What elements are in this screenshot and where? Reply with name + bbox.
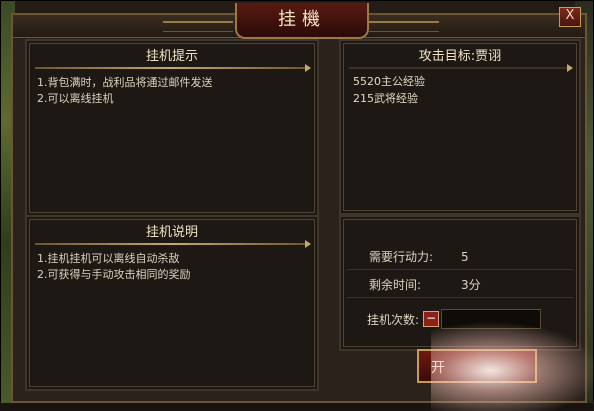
instructions-panel: 挂机说明 1.挂机挂机可以离线自动杀敌 2.可获得与手动攻击相同的奖励	[25, 215, 319, 391]
reward-player-exp: 5520主公经验	[353, 75, 425, 88]
title-bar: 挂機 X	[13, 3, 585, 39]
count-input[interactable]	[441, 309, 541, 329]
tips-line: 2.可以离线挂机	[37, 92, 114, 105]
title-ornament-left	[163, 21, 233, 32]
heading-divider	[35, 64, 311, 72]
start-auto-battle-button[interactable]: 开	[417, 349, 537, 383]
remaining-time-label: 剩余时间:	[369, 278, 422, 292]
title-ornament-right	[369, 21, 439, 32]
target-heading: 攻击目标:贾诩	[418, 49, 502, 64]
auto-battle-dialog: 挂機 X 挂机提示 1.背包满时，战利品将通过邮件发送 2.可以离线挂机 挂机说…	[11, 3, 587, 403]
count-row: 挂机次数: −	[347, 307, 573, 335]
action-power-label: 需要行动力:	[369, 250, 434, 264]
dialog-title: 挂機	[278, 9, 326, 30]
instructions-list: 1.挂机挂机可以离线自动杀敌 2.可获得与手动攻击相同的奖励	[37, 251, 309, 283]
instructions-heading: 挂机说明	[145, 225, 198, 240]
reward-list: 5520主公经验 215武将经验	[353, 73, 425, 107]
reward-general-exp: 215武将经验	[353, 92, 418, 105]
count-label: 挂机次数:	[367, 313, 420, 327]
target-panel: 攻击目标:贾诩 5520主公经验 215武将经验	[339, 39, 581, 215]
tips-heading: 挂机提示	[145, 49, 198, 64]
tips-line: 1.背包满时，战利品将通过邮件发送	[37, 76, 213, 89]
heading-divider	[349, 64, 573, 72]
title-tab: 挂機	[235, 3, 369, 39]
remaining-time-row: 剩余时间: 3分	[347, 273, 573, 298]
close-button[interactable]: X	[559, 7, 581, 27]
remaining-time-value: 3分	[461, 278, 481, 292]
tips-panel: 挂机提示 1.背包满时，战利品将通过邮件发送 2.可以离线挂机	[25, 39, 319, 217]
instructions-line: 1.挂机挂机可以离线自动杀敌	[37, 252, 180, 265]
cost-panel: 需要行动力: 5 剩余时间: 3分 挂机次数: −	[339, 215, 581, 351]
action-power-value: 5	[461, 250, 469, 264]
heading-divider	[35, 240, 311, 248]
window-frame: 挂機 X 挂机提示 1.背包满时，战利品将通过邮件发送 2.可以离线挂机 挂机说…	[0, 0, 594, 411]
decrease-count-button[interactable]: −	[423, 311, 439, 327]
action-power-row: 需要行动力: 5	[347, 245, 573, 270]
tips-list: 1.背包满时，战利品将通过邮件发送 2.可以离线挂机	[37, 75, 309, 107]
instructions-line: 2.可获得与手动攻击相同的奖励	[37, 268, 191, 281]
